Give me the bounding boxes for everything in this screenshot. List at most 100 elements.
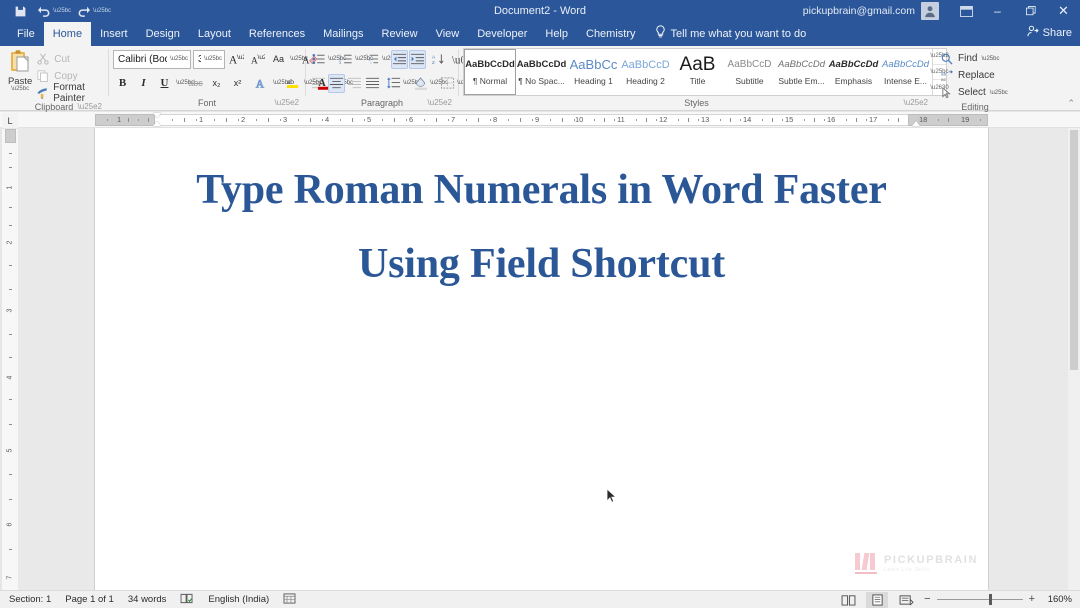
horizontal-ruler[interactable]: 1 1 2 3 4 5 6 7 8 9 10 11 12 13 14 15 16 — [0, 112, 1080, 128]
multilevel-list-button[interactable]: 1ai — [364, 50, 381, 69]
zoom-slider[interactable]: − + — [924, 594, 1035, 605]
font-size-chevron-down-icon[interactable]: \u25bc — [201, 56, 222, 62]
bullets-button[interactable] — [310, 50, 327, 69]
borders-button[interactable] — [439, 74, 456, 93]
style-title[interactable]: AaB Title — [672, 49, 724, 95]
zoom-in-button[interactable]: + — [1029, 594, 1035, 605]
text-effects-chevron-down-icon[interactable]: \u25bc — [273, 80, 281, 86]
tab-layout[interactable]: Layout — [189, 22, 240, 46]
vertical-ruler[interactable]: 1 2 3 4 5 6 7 — [2, 129, 18, 590]
read-mode-button[interactable] — [837, 592, 859, 608]
paste-chevron-down-icon[interactable]: \u25bc — [11, 87, 29, 92]
zoom-knob[interactable] — [989, 594, 992, 605]
accessibility-icon[interactable] — [283, 593, 296, 607]
text-highlight-color-button[interactable]: ab — [283, 73, 302, 93]
minimize-button[interactable]: – — [981, 0, 1014, 22]
font-name-chevron-down-icon[interactable]: \u25bc — [167, 56, 188, 62]
tab-developer[interactable]: Developer — [468, 22, 536, 46]
styles-dialog-launcher[interactable]: \u25e2 — [904, 96, 928, 109]
tab-chemistry[interactable]: Chemistry — [577, 22, 645, 46]
shading-button[interactable] — [412, 74, 429, 93]
style-subtitle[interactable]: AaBbCcD Subtitle — [724, 49, 776, 95]
align-left-button[interactable] — [310, 74, 327, 93]
status-page[interactable]: Page 1 of 1 — [65, 594, 114, 605]
strikethrough-button[interactable]: abc — [186, 73, 205, 93]
tab-mailings[interactable]: Mailings — [314, 22, 372, 46]
status-section[interactable]: Section: 1 — [9, 594, 51, 605]
first-line-indent-marker[interactable] — [153, 113, 161, 118]
subscript-button[interactable]: x₂ — [207, 73, 226, 93]
tab-insert[interactable]: Insert — [91, 22, 137, 46]
style-heading-2[interactable]: AaBbCcD Heading 2 — [620, 49, 672, 95]
style-subtle-emphasis[interactable]: AaBbCcDd Subtle Em... — [776, 49, 828, 95]
proofing-errors-icon[interactable] — [180, 593, 194, 607]
increase-indent-button[interactable] — [409, 50, 426, 69]
scrollbar-thumb[interactable] — [1070, 130, 1078, 370]
right-indent-marker[interactable] — [912, 121, 920, 126]
change-case-chevron-down-icon[interactable]: \u25bc — [290, 56, 298, 62]
font-name-combobox[interactable]: Calibri (Body) \u25bc — [113, 50, 191, 69]
font-size-combobox[interactable]: 30 \u25bc — [193, 50, 225, 69]
tab-design[interactable]: Design — [137, 22, 189, 46]
web-layout-button[interactable] — [895, 592, 917, 608]
close-button[interactable]: ✕ — [1047, 0, 1080, 22]
align-right-button[interactable] — [346, 74, 363, 93]
style-intense-emphasis[interactable]: AaBbCcDd Intense E... — [880, 49, 932, 95]
restore-button[interactable] — [1014, 0, 1047, 22]
underline-chevron-down-icon[interactable]: \u25bc — [176, 80, 184, 86]
paragraph-dialog-launcher[interactable]: \u25e2 — [428, 96, 452, 109]
cut-button[interactable]: Cut — [36, 51, 104, 67]
shading-chevron-down-icon[interactable]: \u25bc — [430, 80, 438, 86]
tell-me-box[interactable]: Tell me what you want to do — [655, 22, 807, 46]
share-button[interactable]: Share — [1027, 25, 1072, 40]
align-center-button[interactable] — [328, 74, 345, 93]
line-spacing-chevron-down-icon[interactable]: \u25bc — [403, 80, 411, 86]
bullets-chevron-down-icon[interactable]: \u25bc — [328, 56, 336, 62]
italic-button[interactable]: I — [134, 73, 153, 93]
status-language[interactable]: English (India) — [208, 594, 269, 605]
collapse-ribbon-button[interactable]: ⌃ — [1067, 98, 1075, 109]
underline-button[interactable]: U — [155, 73, 174, 93]
select-button[interactable]: Select \u25bc — [939, 84, 998, 101]
paste-button[interactable]: Paste \u25bc — [4, 48, 36, 92]
style-emphasis[interactable]: AaBbCcDd Emphasis — [828, 49, 880, 95]
numbering-chevron-down-icon[interactable]: \u25bc — [355, 56, 363, 62]
bold-button[interactable]: B — [113, 73, 132, 93]
replace-button[interactable]: abac Replace — [939, 67, 995, 84]
tab-help[interactable]: Help — [536, 22, 577, 46]
ribbon-display-options-icon[interactable] — [951, 0, 981, 22]
style-heading-1[interactable]: AaBbCc Heading 1 — [568, 49, 620, 95]
multilevel-chevron-down-icon[interactable]: \u25bc — [382, 56, 390, 62]
select-chevron-down-icon[interactable]: \u25bc — [990, 90, 998, 96]
print-layout-button[interactable] — [866, 592, 888, 608]
line-spacing-button[interactable] — [385, 74, 402, 93]
vertical-scrollbar[interactable] — [1068, 128, 1080, 590]
zoom-out-button[interactable]: − — [924, 594, 930, 605]
tab-view[interactable]: View — [427, 22, 469, 46]
tab-home[interactable]: Home — [44, 22, 91, 46]
tab-file[interactable]: File — [8, 22, 44, 46]
numbering-button[interactable]: 123 — [337, 50, 354, 69]
grow-font-button[interactable]: A\u25b2 — [227, 49, 246, 69]
document-canvas[interactable]: Type Roman Numerals in Word Faster Using… — [18, 128, 1080, 590]
shrink-font-button[interactable]: A\u25bc — [248, 49, 267, 69]
document-page[interactable]: Type Roman Numerals in Word Faster Using… — [95, 128, 988, 590]
text-effects-button[interactable]: A — [252, 73, 271, 93]
avatar[interactable] — [921, 2, 939, 20]
change-case-button[interactable]: Aa — [269, 49, 288, 69]
left-indent-marker[interactable] — [153, 121, 161, 126]
justify-button[interactable] — [364, 74, 381, 93]
superscript-button[interactable]: x² — [228, 73, 247, 93]
zoom-track[interactable] — [937, 599, 1023, 600]
zoom-level[interactable]: 160% — [1042, 594, 1072, 605]
find-chevron-down-icon[interactable]: \u25bc — [981, 56, 989, 62]
tab-references[interactable]: References — [240, 22, 314, 46]
format-painter-button[interactable]: Format Painter — [36, 85, 104, 101]
tab-stop-selector[interactable]: L — [2, 113, 18, 128]
style-no-spacing[interactable]: AaBbCcDd ¶ No Spac... — [516, 49, 568, 95]
status-word-count[interactable]: 34 words — [128, 594, 167, 605]
find-button[interactable]: Find \u25bc — [939, 50, 989, 67]
font-dialog-launcher[interactable]: \u25e2 — [275, 96, 299, 109]
account-email[interactable]: pickupbrain@gmail.com — [803, 5, 921, 17]
tab-review[interactable]: Review — [373, 22, 427, 46]
